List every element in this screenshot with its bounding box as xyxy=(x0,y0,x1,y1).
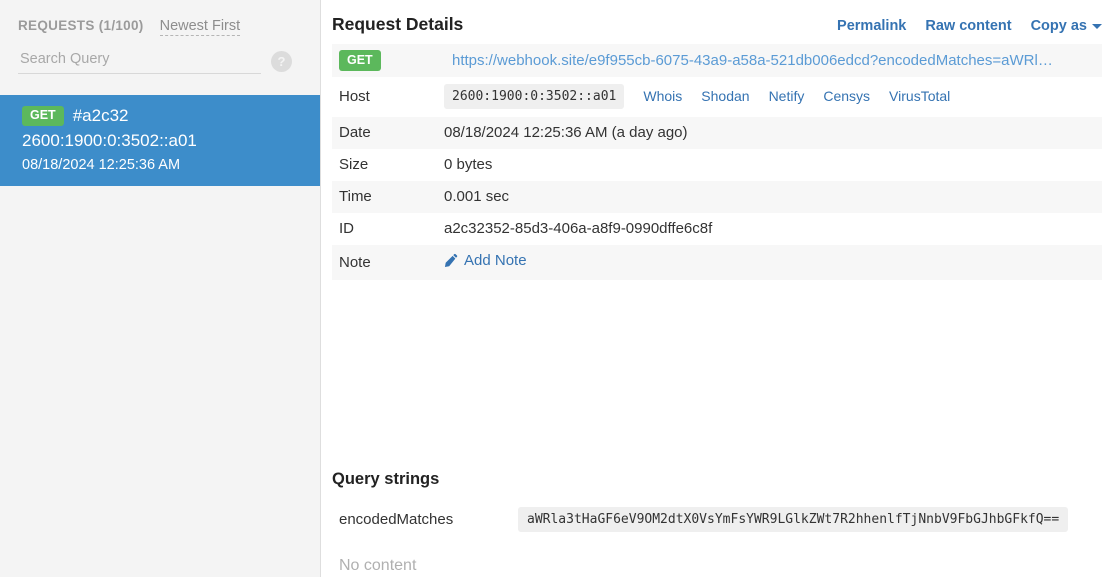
copy-as-label: Copy as xyxy=(1031,18,1087,34)
pencil-icon xyxy=(444,253,459,268)
virustotal-link[interactable]: VirusTotal xyxy=(889,88,950,104)
id-value: a2c32352-85d3-406a-a8f9-0990dffe6c8f xyxy=(444,213,1102,245)
copy-as-dropdown[interactable]: Copy as xyxy=(1031,18,1102,34)
query-param-value-cell: aWRla3tHaGF6eV9OM2dtX0VsYmFsYWR9LGlkZWt7… xyxy=(518,499,1102,540)
table-row-size: Size 0 bytes xyxy=(332,149,1102,181)
sort-order-toggle[interactable]: Newest First xyxy=(160,18,241,36)
date-value: 08/18/2024 12:25:36 AM (a day ago) xyxy=(444,117,1102,149)
chevron-down-icon xyxy=(1092,24,1102,29)
method-badge: GET xyxy=(339,50,381,71)
request-date: 08/18/2024 12:25:36 AM xyxy=(22,157,320,173)
host-value-cell: 2600:1900:0:3502::a01 Whois Shodan Netif… xyxy=(444,77,1102,118)
note-value-cell: Add Note xyxy=(444,245,1102,280)
table-row-time: Time 0.001 sec xyxy=(332,181,1102,213)
query-param-key: encodedMatches xyxy=(332,499,518,540)
size-label: Size xyxy=(332,149,444,181)
url-value-cell: https://webhook.site/e9f955cb-6075-43a9-… xyxy=(444,44,1102,77)
request-host: 2600:1900:0:3502::a01 xyxy=(22,131,320,151)
size-value: 0 bytes xyxy=(444,149,1102,181)
table-row: encodedMatches aWRla3tHaGF6eV9OM2dtX0VsY… xyxy=(332,499,1102,540)
request-short-id: #a2c32 xyxy=(73,106,129,126)
search-row: ? xyxy=(18,48,302,74)
table-row-host: Host 2600:1900:0:3502::a01 Whois Shodan … xyxy=(332,77,1102,118)
query-param-value: aWRla3tHaGF6eV9OM2dtX0VsYmFsYWR9LGlkZWt7… xyxy=(518,507,1068,532)
request-details-panel: Request Details Permalink Raw content Co… xyxy=(321,0,1113,577)
method-badge: GET xyxy=(22,106,64,126)
requests-count-label: REQUESTS (1/100) xyxy=(18,18,144,33)
table-row-note: Note Add Note xyxy=(332,245,1102,280)
host-label: Host xyxy=(332,77,444,118)
request-details-table: GET https://webhook.site/e9f955cb-6075-4… xyxy=(332,44,1102,280)
netify-link[interactable]: Netify xyxy=(769,88,805,104)
list-item[interactable]: GET #a2c32 2600:1900:0:3502::a01 08/18/2… xyxy=(0,95,320,186)
webhook-request-viewer: REQUESTS (1/100) Newest First ? GET #a2c… xyxy=(0,0,1113,577)
request-item-header: GET #a2c32 xyxy=(22,106,320,126)
table-row-id: ID a2c32352-85d3-406a-a8f9-0990dffe6c8f xyxy=(332,213,1102,245)
host-wrap: 2600:1900:0:3502::a01 Whois Shodan Netif… xyxy=(444,84,1094,110)
host-value: 2600:1900:0:3502::a01 xyxy=(444,84,624,110)
whois-link[interactable]: Whois xyxy=(643,88,682,104)
permalink-link[interactable]: Permalink xyxy=(837,18,906,34)
add-note-button[interactable]: Add Note xyxy=(444,252,527,269)
empty-body-message: No content xyxy=(332,540,1102,575)
request-url-link[interactable]: https://webhook.site/e9f955cb-6075-43a9-… xyxy=(452,52,1053,69)
details-content: Request Details Permalink Raw content Co… xyxy=(321,0,1113,280)
request-list: GET #a2c32 2600:1900:0:3502::a01 08/18/2… xyxy=(0,95,320,186)
header-actions: Permalink Raw content Copy as xyxy=(837,18,1102,34)
query-strings-table: encodedMatches aWRla3tHaGF6eV9OM2dtX0VsY… xyxy=(332,499,1102,540)
page-title: Request Details xyxy=(332,14,463,35)
sidebar-header: REQUESTS (1/100) Newest First ? xyxy=(0,0,320,74)
table-row-url: GET https://webhook.site/e9f955cb-6075-4… xyxy=(332,44,1102,77)
table-row-date: Date 08/18/2024 12:25:36 AM (a day ago) xyxy=(332,117,1102,149)
censys-link[interactable]: Censys xyxy=(823,88,870,104)
time-label: Time xyxy=(332,181,444,213)
time-value: 0.001 sec xyxy=(444,181,1102,213)
search-input[interactable] xyxy=(18,48,261,74)
url-method-cell: GET xyxy=(332,44,444,77)
details-header: Request Details Permalink Raw content Co… xyxy=(332,14,1102,44)
query-strings-title: Query strings xyxy=(332,470,1102,499)
id-label: ID xyxy=(332,213,444,245)
raw-content-link[interactable]: Raw content xyxy=(925,18,1011,34)
sidebar-top-row: REQUESTS (1/100) Newest First xyxy=(18,18,302,36)
help-icon[interactable]: ? xyxy=(271,51,292,72)
host-lookup-links: Whois Shodan Netify Censys VirusTotal xyxy=(643,88,950,104)
add-note-label: Add Note xyxy=(464,252,527,269)
note-label: Note xyxy=(332,245,444,280)
date-label: Date xyxy=(332,117,444,149)
shodan-link[interactable]: Shodan xyxy=(701,88,749,104)
query-strings-section: Query strings encodedMatches aWRla3tHaGF… xyxy=(332,470,1102,575)
requests-sidebar: REQUESTS (1/100) Newest First ? GET #a2c… xyxy=(0,0,321,577)
